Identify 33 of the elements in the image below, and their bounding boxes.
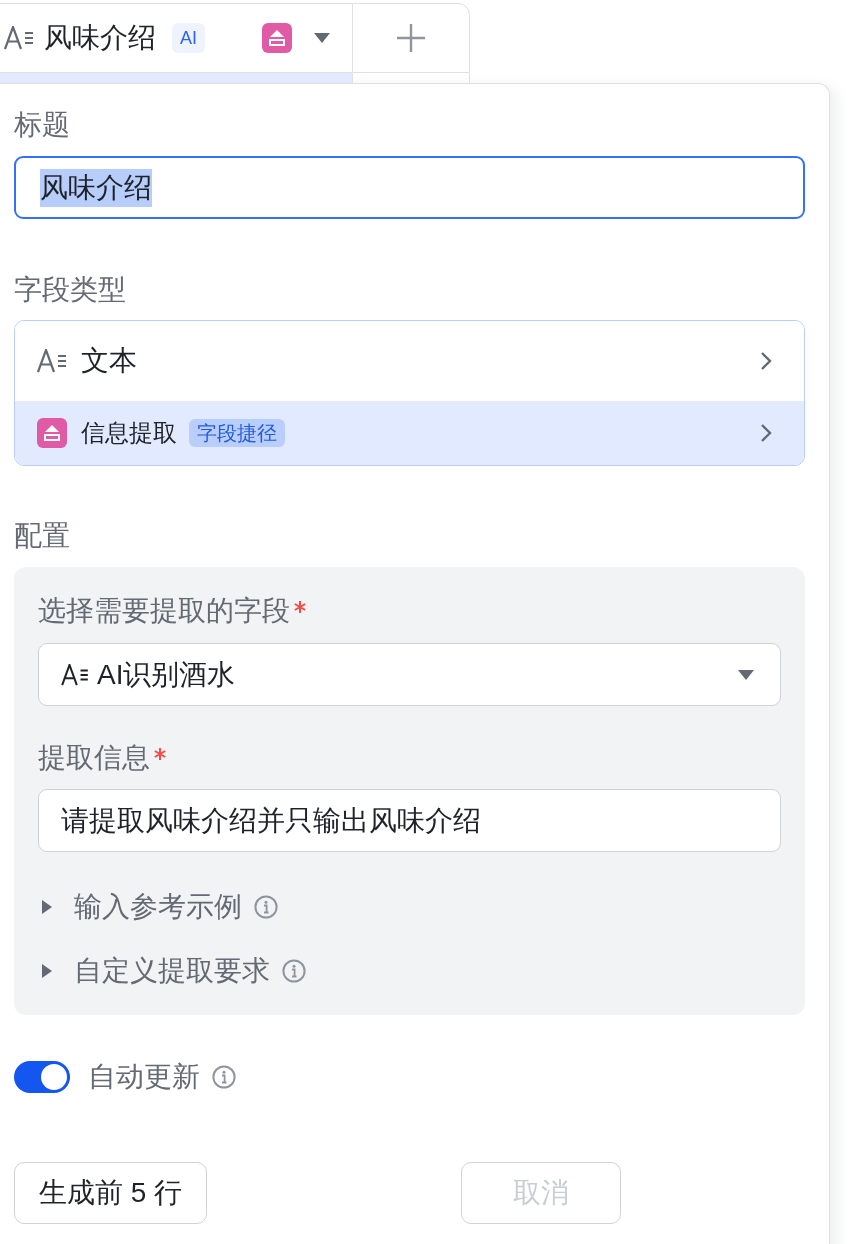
ai-badge: AI [172, 23, 205, 53]
footer-button[interactable]: 生成前 5 行 [14, 1162, 208, 1224]
extract-info-input[interactable]: 请提取风味介绍并只输出风味介绍 [38, 789, 781, 852]
chevron-right-icon [760, 351, 772, 371]
section-label: 配置 [14, 520, 71, 552]
caret-down-icon[interactable] [314, 33, 330, 43]
eject-icon [262, 23, 292, 53]
selected-text: 风味介绍 [40, 168, 152, 207]
toggle-label: 自动更新 [88, 1060, 200, 1094]
shortcut-tag: 字段捷径 [189, 419, 285, 447]
info-icon[interactable] [212, 1065, 236, 1089]
text-format-icon [61, 663, 89, 686]
caret-right-icon[interactable] [42, 900, 52, 914]
toggle-switch[interactable] [14, 1061, 70, 1093]
section-label: 字段类型 [14, 274, 127, 306]
plus-icon [396, 23, 426, 53]
title-input[interactable]: 风味介绍 [14, 156, 805, 219]
expand-section-label[interactable]: 自定义提取要求 [74, 952, 270, 990]
chevron-right-icon [760, 423, 772, 443]
eject-icon [37, 418, 67, 448]
section-label: 标题 [14, 109, 71, 141]
caret-right-icon[interactable] [42, 964, 52, 978]
info-icon[interactable] [282, 959, 306, 983]
field-label: 选择需要提取的字段 [38, 595, 290, 627]
column-title: 风味介绍 [44, 22, 156, 54]
source-field-select[interactable]: AI识别酒水 [38, 643, 781, 706]
field-label: 提取信息 [38, 742, 150, 774]
text-format-icon [4, 26, 34, 50]
field-type-option[interactable]: 信息提取 字段捷径 [15, 401, 804, 465]
text-format-icon [37, 349, 67, 373]
expand-section-label[interactable]: 输入参考示例 [74, 888, 242, 926]
info-icon[interactable] [254, 895, 278, 919]
caret-down-icon [738, 669, 754, 680]
